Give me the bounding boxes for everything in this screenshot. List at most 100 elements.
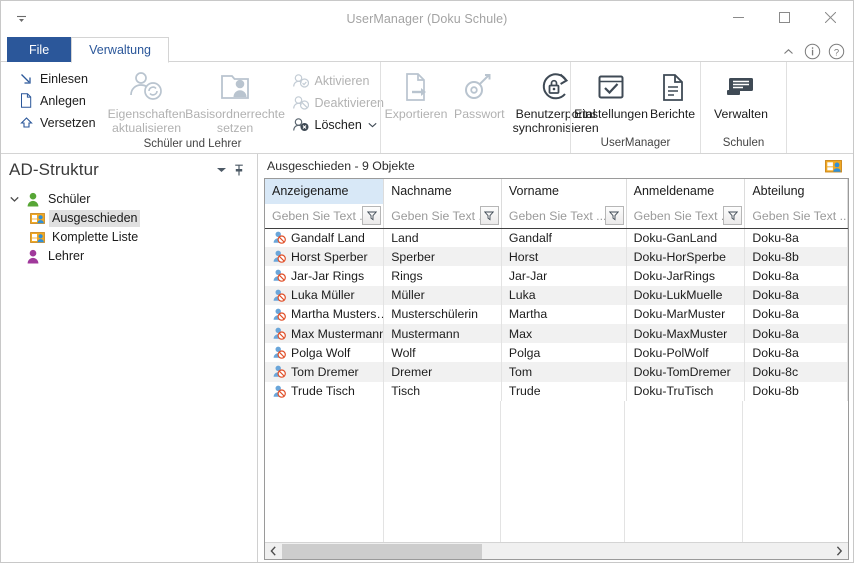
- tabstrip-actions: ?: [780, 43, 845, 60]
- tree-item-komplette-liste-label: Komplette Liste: [52, 230, 139, 244]
- data-grid: Anzeigename Nachname Vorname Anmeldename…: [264, 178, 849, 560]
- ribbon-button-exportieren[interactable]: Exportieren: [384, 67, 448, 121]
- report-page-icon: [660, 69, 686, 105]
- table-row[interactable]: Trude Tisch Tisch Trude Doku-TruTisch Doku-8…: [265, 381, 848, 401]
- chevron-down-icon[interactable]: [368, 117, 378, 133]
- filter-input-abteilung[interactable]: Geben Sie Text ...: [745, 209, 846, 223]
- column-header-vorname[interactable]: Vorname: [501, 179, 627, 204]
- table-row[interactable]: Polga Wolf Wolf Polga Doku-PolWolf Doku-8a: [265, 343, 848, 363]
- ribbon-button-basisordnerrechte-setzen[interactable]: Basisordnerrechte setzen: [185, 67, 285, 135]
- ribbon-button-einlesen[interactable]: Einlesen: [14, 68, 100, 89]
- funnel-icon[interactable]: [479, 206, 499, 226]
- scrollbar-thumb[interactable]: [282, 543, 482, 559]
- tree-item-lehrer-label: Lehrer: [48, 249, 85, 263]
- scrollbar-track[interactable]: [282, 542, 831, 559]
- ribbon-group-schulen: Verwalten Schulen: [700, 62, 786, 153]
- ribbon-button-verwalten[interactable]: Verwalten: [704, 67, 778, 121]
- tab-verwaltung[interactable]: Verwaltung: [71, 37, 170, 63]
- ribbon-button-deaktivieren[interactable]: Deaktivieren: [289, 92, 388, 113]
- info-icon[interactable]: [804, 43, 821, 60]
- table-row[interactable]: Luka Müller Müller Luka Doku-LukMuelle Doku-…: [265, 285, 848, 305]
- filter-input-anmeldename[interactable]: Geben Sie Text ...: [627, 209, 724, 223]
- export-page-icon: [399, 69, 433, 105]
- table-row[interactable]: Max Mustermann Mustermann Max Doku-MaxMuste…: [265, 323, 848, 344]
- ribbon-button-loeschen[interactable]: Löschen: [289, 114, 388, 135]
- close-button[interactable]: [807, 1, 853, 33]
- grid-empty-area: [265, 400, 848, 542]
- column-header-nachname[interactable]: Nachname: [383, 179, 502, 204]
- ribbon-button-passwort[interactable]: Passwort: [452, 67, 507, 121]
- ribbon-button-aktivieren[interactable]: Aktivieren: [289, 70, 388, 91]
- chevron-down-icon[interactable]: [212, 161, 230, 179]
- filter-cell-abteilung: Geben Sie Text ...: [744, 204, 848, 229]
- ribbon-group-label-schueler-und-lehrer: Schüler und Lehrer: [143, 138, 242, 150]
- tree-item-ausgeschieden[interactable]: Ausgeschieden: [7, 209, 254, 228]
- filter-input-vorname[interactable]: Geben Sie Text ...: [502, 209, 605, 223]
- chevron-left-icon[interactable]: [265, 543, 282, 560]
- table-cell-vorname: Horst: [501, 247, 627, 267]
- filter-input-nachname[interactable]: Geben Sie Text ...: [384, 209, 480, 223]
- chevron-up-icon[interactable]: [780, 43, 797, 60]
- user-disabled-icon: [272, 269, 288, 283]
- table-cell-vorname: Max: [501, 323, 627, 344]
- filter-cell-nachname: Geben Sie Text ...: [383, 204, 502, 229]
- ribbon-button-eigenschaften-aktualisieren[interactable]: Eigenschaften aktualisieren: [106, 67, 188, 135]
- maximize-button[interactable]: [761, 1, 807, 33]
- ribbon-group-label-usermanager: UserManager: [600, 137, 671, 149]
- manage-school-icon: [725, 69, 757, 105]
- tree-item-komplette-liste[interactable]: Komplette Liste: [7, 228, 254, 247]
- column-header-anzeigename[interactable]: Anzeigename: [265, 179, 385, 204]
- ribbon-button-exportieren-label: Exportieren: [384, 107, 448, 121]
- password-key-icon: [463, 69, 495, 105]
- ribbon-button-loeschen-label: Löschen: [314, 117, 362, 132]
- table-cell-anmeldename: Doku-GanLand: [626, 228, 746, 248]
- funnel-icon[interactable]: [362, 206, 382, 226]
- column-header-abteilung[interactable]: Abteilung: [744, 179, 848, 204]
- minimize-button[interactable]: [715, 1, 761, 33]
- window-controls: [715, 1, 853, 33]
- table-cell-text: Jar-Jar Rings: [291, 268, 365, 283]
- ribbon-group-usermanager: Einstellungen Berichte UserManager: [570, 62, 700, 153]
- table-cell-text: Max Mustermann: [291, 326, 384, 341]
- ribbon-small-button-column-1: Einlesen Anlegen Versetzen: [8, 67, 106, 133]
- ribbon-button-anlegen-label: Anlegen: [40, 93, 86, 108]
- filter-cell-anzeigename: Geben Sie Text ...: [265, 204, 385, 229]
- column-header-anmeldename[interactable]: Anmeldename: [626, 179, 746, 204]
- ribbon-button-anlegen[interactable]: Anlegen: [14, 90, 100, 111]
- ribbon-button-eigenschaften-aktualisieren-label: Eigenschaften aktualisieren: [107, 107, 186, 135]
- filter-input-anzeigename[interactable]: Geben Sie Text ...: [265, 209, 362, 223]
- tree-item-schueler[interactable]: Schüler: [7, 190, 254, 209]
- funnel-icon[interactable]: [723, 206, 743, 226]
- ribbon-button-berichte[interactable]: Berichte: [648, 67, 697, 121]
- table-row[interactable]: Horst Sperber Sperber Horst Doku-HorSperbe D…: [265, 247, 848, 267]
- table-cell-vorname: Martha: [501, 304, 627, 324]
- tab-file[interactable]: File: [7, 37, 72, 62]
- chevron-right-icon[interactable]: [831, 543, 848, 560]
- table-cell-abteilung: Doku-8b: [744, 381, 848, 401]
- table-cell-anzeigename: Trude Tisch: [265, 381, 385, 401]
- user-enable-icon: [292, 73, 309, 89]
- filter-row: Geben Sie Text ... Geben Sie Text ... Ge…: [265, 204, 848, 229]
- workspace: AD-Struktur Schüler Ausgeschieden Komple…: [1, 154, 853, 562]
- user-disable-icon: [292, 95, 309, 111]
- table-cell-text: Tom Dremer: [291, 364, 359, 379]
- ribbon-tabstrip: File Verwaltung ?: [1, 37, 853, 63]
- ou-folder-icon: [29, 211, 45, 227]
- ribbon-group-schueler-und-lehrer: Einlesen Anlegen Versetzen Eigenschaften…: [5, 62, 384, 153]
- table-row[interactable]: Martha Musters… Musterschülerin Martha Doku…: [265, 304, 848, 324]
- funnel-icon[interactable]: [604, 206, 624, 226]
- quick-access-dropdown-icon[interactable]: [12, 11, 30, 27]
- ribbon-button-versetzen[interactable]: Versetzen: [14, 112, 100, 133]
- table-cell-vorname: Luka: [501, 285, 627, 305]
- svg-text:?: ?: [834, 47, 839, 58]
- pin-icon[interactable]: [230, 161, 248, 179]
- table-row[interactable]: Tom Dremer Dremer Tom Doku-TomDremer Doku-8c: [265, 362, 848, 382]
- table-row[interactable]: Jar-Jar Rings Rings Jar-Jar Doku-JarRings Do…: [265, 266, 848, 286]
- ribbon-button-einstellungen[interactable]: Einstellungen: [574, 67, 648, 121]
- help-icon[interactable]: ?: [828, 43, 845, 60]
- table-row[interactable]: Gandalf Land Land Gandalf Doku-GanLand Doku-…: [265, 228, 848, 248]
- chevron-down-icon[interactable]: [7, 196, 21, 203]
- tree-item-lehrer[interactable]: Lehrer: [7, 247, 254, 266]
- horizontal-scrollbar[interactable]: [265, 542, 848, 559]
- table-cell-anmeldename: Doku-MaxMuster: [626, 323, 746, 344]
